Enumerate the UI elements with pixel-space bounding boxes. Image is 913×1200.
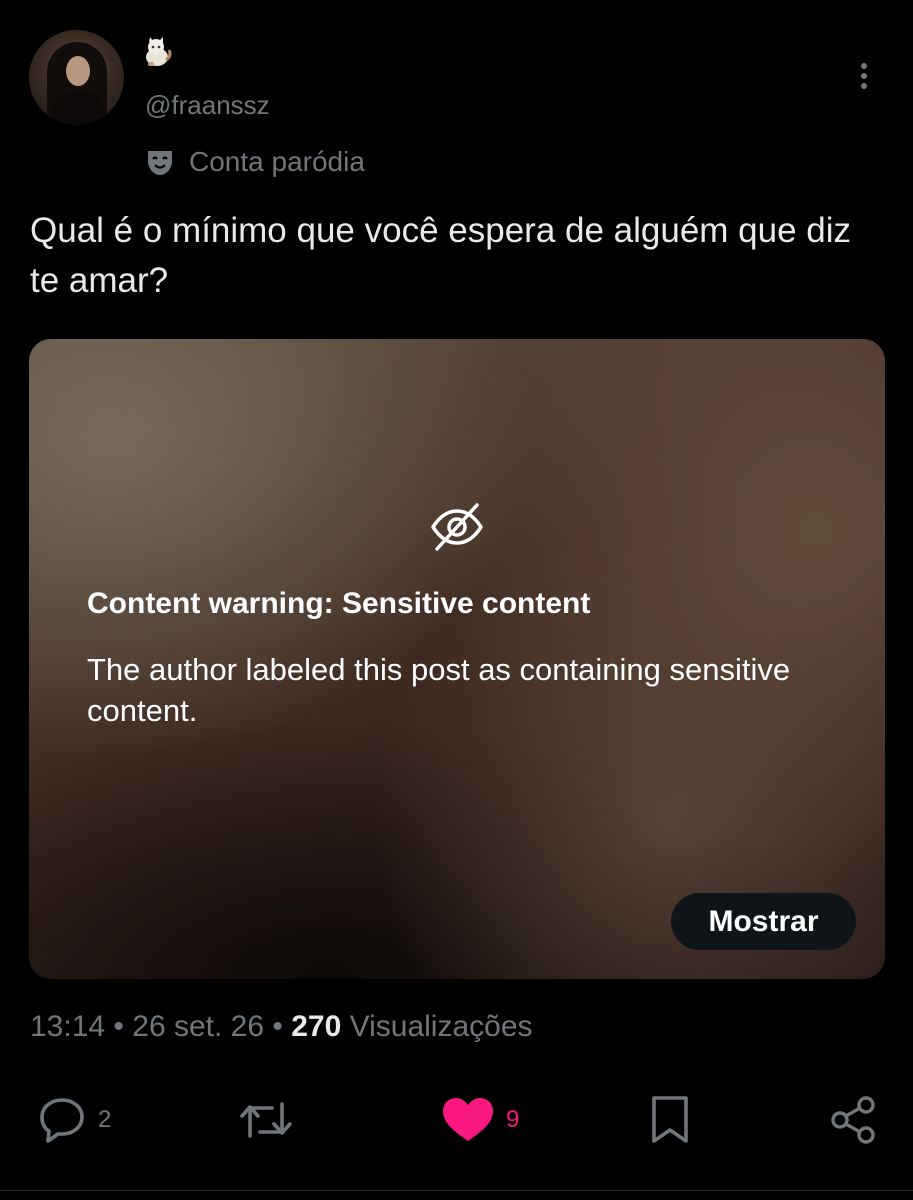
- post-text: Qual é o mínimo que você espera de algué…: [30, 211, 852, 300]
- theater-mask-icon: [148, 151, 172, 175]
- sensitive-media[interactable]: Content warning: Sensitive content The a…: [29, 339, 885, 979]
- post-time[interactable]: 13:14: [30, 1010, 105, 1043]
- heart-filled-icon: [443, 1098, 493, 1141]
- like-button[interactable]: 9: [440, 1090, 519, 1150]
- repost-button[interactable]: [238, 1090, 304, 1150]
- views-count: 270: [291, 1010, 342, 1043]
- reply-icon: [40, 1098, 84, 1143]
- warning-title: Content warning: Sensitive content: [87, 587, 591, 620]
- views-label: Visualizações: [349, 1010, 533, 1043]
- action-bar: 2 9: [0, 1090, 913, 1150]
- parody-label: Conta paródia: [145, 146, 365, 178]
- author-handle[interactable]: @fraanssz: [145, 90, 270, 121]
- post-meta: 13:14 • 26 set. 26 • 270 Visualizações: [30, 1010, 533, 1043]
- share-icon: [831, 1096, 875, 1144]
- warning-body: The author labeled this post as containi…: [87, 652, 791, 728]
- cat-emoji-icon: [146, 37, 172, 66]
- bookmark-icon: [652, 1096, 688, 1143]
- divider: [0, 1190, 913, 1191]
- share-button[interactable]: [828, 1090, 880, 1150]
- more-options-button[interactable]: [852, 60, 876, 96]
- repost-icon: [240, 1102, 292, 1138]
- post: @fraanssz Conta paródia Qual é o mínimo …: [0, 0, 913, 1200]
- avatar[interactable]: [29, 30, 124, 125]
- reply-button[interactable]: 2: [36, 1090, 111, 1150]
- post-date[interactable]: 26 set. 26: [132, 1010, 264, 1043]
- parody-label-text: Conta paródia: [189, 146, 365, 177]
- reply-count: 2: [98, 1106, 112, 1133]
- bookmark-button[interactable]: [646, 1090, 694, 1150]
- eye-slash-icon: [431, 503, 483, 551]
- like-count: 9: [506, 1106, 520, 1133]
- show-button[interactable]: Mostrar: [671, 893, 856, 950]
